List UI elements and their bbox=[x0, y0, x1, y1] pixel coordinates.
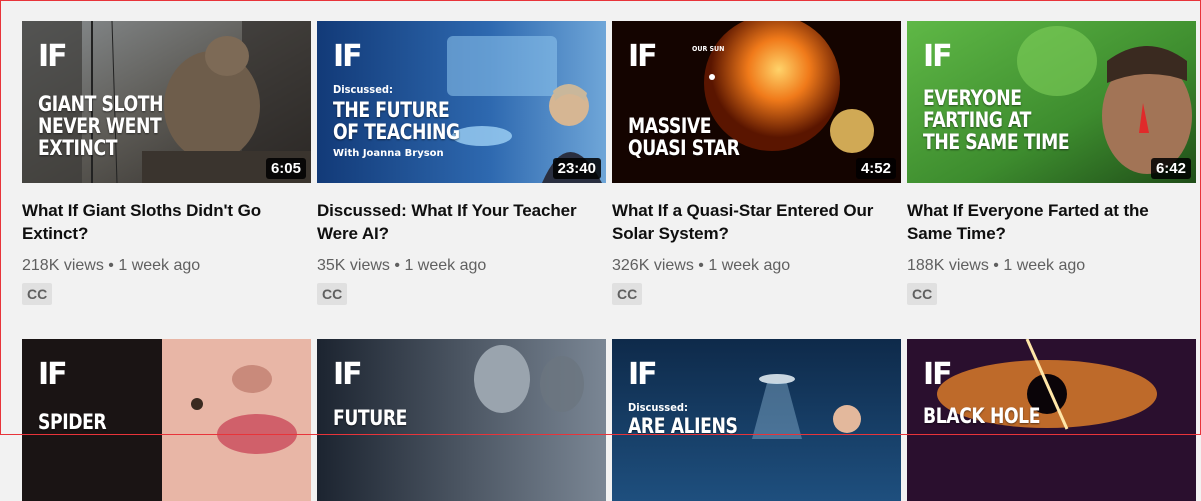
video-card: IF FUTURE bbox=[317, 339, 606, 501]
video-card: IF OUR SUN MASSIVE QUASI STAR 4:52 What … bbox=[612, 21, 901, 305]
channel-logo: IF bbox=[38, 39, 68, 74]
thumbnail-byline: With Joanna Bryson bbox=[333, 148, 444, 159]
duration-badge: 23:40 bbox=[552, 158, 601, 179]
video-card: IF GIANT SLOTH NEVER WENT EXTINCT 6:05 W… bbox=[22, 21, 311, 305]
thumbnail-headline: GIANT SLOTH NEVER WENT EXTINCT bbox=[38, 92, 164, 160]
video-meta: 218K views • 1 week ago bbox=[22, 257, 311, 275]
channel-logo: IF bbox=[628, 357, 658, 392]
duration-badge: 6:42 bbox=[1150, 158, 1191, 179]
thumbnail-headline: BLACK HOLE bbox=[923, 404, 1041, 428]
video-card: IF EVERYONE FARTING AT THE SAME TIME 6:4… bbox=[907, 21, 1196, 305]
video-card: IF Discussed: ARE ALIENS bbox=[612, 339, 901, 501]
channel-logo: IF bbox=[333, 357, 363, 392]
thumbnail-headline: THE FUTURE OF TEACHING bbox=[333, 98, 460, 144]
meta-separator: • bbox=[698, 257, 704, 274]
thumbnail-headline: MASSIVE QUASI STAR bbox=[628, 114, 740, 160]
view-count: 188K views bbox=[907, 257, 989, 274]
cc-badge: CC bbox=[907, 283, 938, 305]
upload-age: 1 week ago bbox=[708, 257, 791, 274]
meta-separator: • bbox=[394, 257, 400, 274]
video-thumbnail[interactable]: IF Discussed: ARE ALIENS bbox=[612, 339, 901, 501]
video-title[interactable]: What If Everyone Farted at the Same Time… bbox=[907, 199, 1177, 245]
video-thumbnail[interactable]: IF SPIDER bbox=[22, 339, 311, 501]
cc-badge: CC bbox=[317, 283, 348, 305]
video-card: IF SPIDER bbox=[22, 339, 311, 501]
channel-logo: IF bbox=[923, 357, 953, 392]
video-card: IF BLACK HOLE bbox=[907, 339, 1196, 501]
thumbnail-headline: ARE ALIENS bbox=[628, 414, 738, 438]
channel-logo: IF bbox=[923, 39, 953, 74]
thumbnail-headline: EVERYONE FARTING AT THE SAME TIME bbox=[923, 86, 1070, 154]
view-count: 35K views bbox=[317, 257, 390, 274]
thumbnail-kicker: Discussed: bbox=[333, 83, 393, 96]
cc-badge: CC bbox=[22, 283, 53, 305]
view-count: 326K views bbox=[612, 257, 694, 274]
video-title[interactable]: What If Giant Sloths Didn't Go Extinct? bbox=[22, 199, 292, 245]
channel-logo: IF bbox=[333, 39, 363, 74]
video-card: IF Discussed: THE FUTURE OF TEACHING Wit… bbox=[317, 21, 606, 305]
meta-separator: • bbox=[993, 257, 999, 274]
video-thumbnail[interactable]: IF OUR SUN MASSIVE QUASI STAR 4:52 bbox=[612, 21, 901, 183]
upload-age: 1 week ago bbox=[118, 257, 201, 274]
video-title[interactable]: Discussed: What If Your Teacher Were AI? bbox=[317, 199, 587, 245]
channel-logo: IF bbox=[38, 357, 68, 392]
view-count: 218K views bbox=[22, 257, 104, 274]
duration-badge: 6:05 bbox=[265, 158, 306, 179]
video-meta: 326K views • 1 week ago bbox=[612, 257, 901, 275]
video-thumbnail[interactable]: IF BLACK HOLE bbox=[907, 339, 1196, 501]
channel-logo: IF bbox=[628, 39, 658, 74]
video-title[interactable]: What If a Quasi-Star Entered Our Solar S… bbox=[612, 199, 882, 245]
meta-separator: • bbox=[108, 257, 114, 274]
thumbnail-headline: FUTURE bbox=[333, 406, 408, 430]
duration-badge: 4:52 bbox=[855, 158, 896, 179]
upload-age: 1 week ago bbox=[404, 257, 487, 274]
video-thumbnail[interactable]: IF FUTURE bbox=[317, 339, 606, 501]
thumbnail-kicker: OUR SUN bbox=[692, 45, 725, 53]
video-grid: IF GIANT SLOTH NEVER WENT EXTINCT 6:05 W… bbox=[22, 21, 1196, 501]
thumbnail-headline: SPIDER bbox=[38, 410, 107, 434]
video-meta: 188K views • 1 week ago bbox=[907, 257, 1196, 275]
thumbnail-kicker: Discussed: bbox=[628, 401, 688, 414]
upload-age: 1 week ago bbox=[1003, 257, 1086, 274]
video-thumbnail[interactable]: IF EVERYONE FARTING AT THE SAME TIME 6:4… bbox=[907, 21, 1196, 183]
cc-badge: CC bbox=[612, 283, 643, 305]
video-thumbnail[interactable]: IF GIANT SLOTH NEVER WENT EXTINCT 6:05 bbox=[22, 21, 311, 183]
video-thumbnail[interactable]: IF Discussed: THE FUTURE OF TEACHING Wit… bbox=[317, 21, 606, 183]
video-meta: 35K views • 1 week ago bbox=[317, 257, 606, 275]
